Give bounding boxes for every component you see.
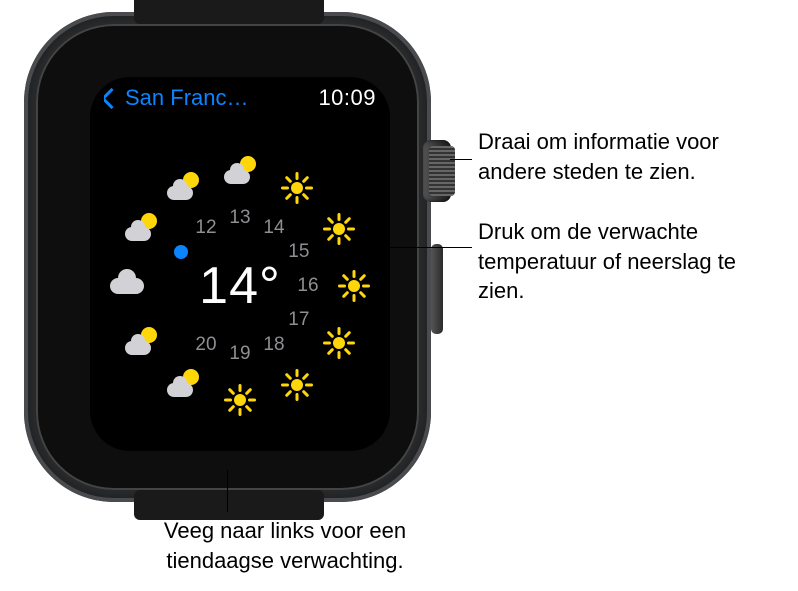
sun-cloud-icon xyxy=(125,213,157,245)
current-temperature: 14° xyxy=(199,256,281,316)
back-button[interactable]: San Franc… xyxy=(104,85,249,111)
callout-dial: Druk om de verwachte temperatuur of neer… xyxy=(478,217,778,306)
sun-icon xyxy=(281,369,313,401)
digital-crown[interactable] xyxy=(423,140,451,202)
status-bar: San Franc… 10:09 xyxy=(104,85,376,111)
hourly-forecast-dial[interactable]: 14° 12 13 1415 16 1718 19 20 xyxy=(110,156,370,416)
location-title: San Franc… xyxy=(125,85,249,111)
hour-label: 15 xyxy=(288,241,309,263)
callout-swipe: Veeg naar links voor een tiendaagse verw… xyxy=(115,516,455,575)
watch-bezel: San Franc… 10:09 14° 12 13 1415 16 1718 19 20 xyxy=(36,24,419,490)
sun-icon xyxy=(224,384,256,416)
chevron-left-icon xyxy=(104,87,122,108)
sun-icon xyxy=(281,172,313,204)
watch-body: San Franc… 10:09 14° 12 13 1415 16 1718 19 20 xyxy=(24,12,431,502)
sun-icon xyxy=(338,270,370,302)
watch-screen[interactable]: San Franc… 10:09 14° 12 13 1415 16 1718 19 20 xyxy=(90,77,390,451)
callout-crown: Draai om informatie voor andere steden t… xyxy=(478,127,788,186)
current-hour-dot xyxy=(174,245,188,259)
clock-time: 10:09 xyxy=(318,85,376,111)
sun-icon xyxy=(323,213,355,245)
cloud-icon xyxy=(110,270,142,302)
sun-cloud-icon xyxy=(167,172,199,204)
sun-cloud-icon xyxy=(224,156,256,188)
hour-label: 19 xyxy=(229,343,250,365)
callout-leader xyxy=(450,159,472,160)
hour-label: 16 xyxy=(297,275,318,297)
sun-cloud-icon xyxy=(125,327,157,359)
hour-label: 17 xyxy=(288,309,309,331)
sun-icon xyxy=(323,327,355,359)
callout-leader xyxy=(227,470,228,512)
hour-label: 18 xyxy=(263,334,284,356)
hour-label: 12 xyxy=(195,217,216,239)
hour-label: 13 xyxy=(229,207,250,229)
hour-label: 14 xyxy=(263,217,284,239)
side-button[interactable] xyxy=(431,244,443,334)
sun-cloud-icon xyxy=(167,369,199,401)
hour-label: 20 xyxy=(195,334,216,356)
callout-leader xyxy=(344,247,472,248)
watch-band-top xyxy=(134,0,324,24)
